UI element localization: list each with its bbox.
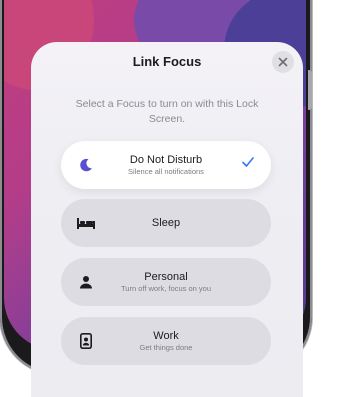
close-button[interactable] <box>272 51 294 73</box>
sheet-subtitle: Select a Focus to turn on with this Lock… <box>75 98 259 125</box>
checkmark-icon <box>241 155 255 174</box>
focus-option-description: Get things done <box>139 343 193 352</box>
id-badge-icon <box>75 331 97 351</box>
focus-option-label: Do Not Disturb <box>129 154 203 166</box>
link-focus-sheet: Link Focus Select a Focus to turn on wit… <box>31 42 303 397</box>
focus-option-description: Turn off work, focus on you <box>120 284 212 293</box>
person-icon <box>75 272 97 292</box>
side-button <box>308 70 312 110</box>
moon-icon <box>75 155 97 175</box>
focus-option-label: Work <box>153 330 179 342</box>
focus-option-work[interactable]: Work Get things done <box>61 317 271 365</box>
focus-option-sleep[interactable]: Sleep <box>61 199 271 247</box>
sheet-title: Link Focus <box>132 54 202 69</box>
close-icon <box>278 57 288 67</box>
focus-option-label: Personal <box>144 271 188 283</box>
focus-option-description: Silence all notifications <box>128 167 204 176</box>
focus-option-do-not-disturb[interactable]: Do Not Disturb Silence all notifications <box>61 141 271 189</box>
focus-option-personal[interactable]: Personal Turn off work, focus on you <box>61 258 271 306</box>
focus-option-label: Sleep <box>151 217 181 229</box>
bed-icon <box>75 213 97 233</box>
